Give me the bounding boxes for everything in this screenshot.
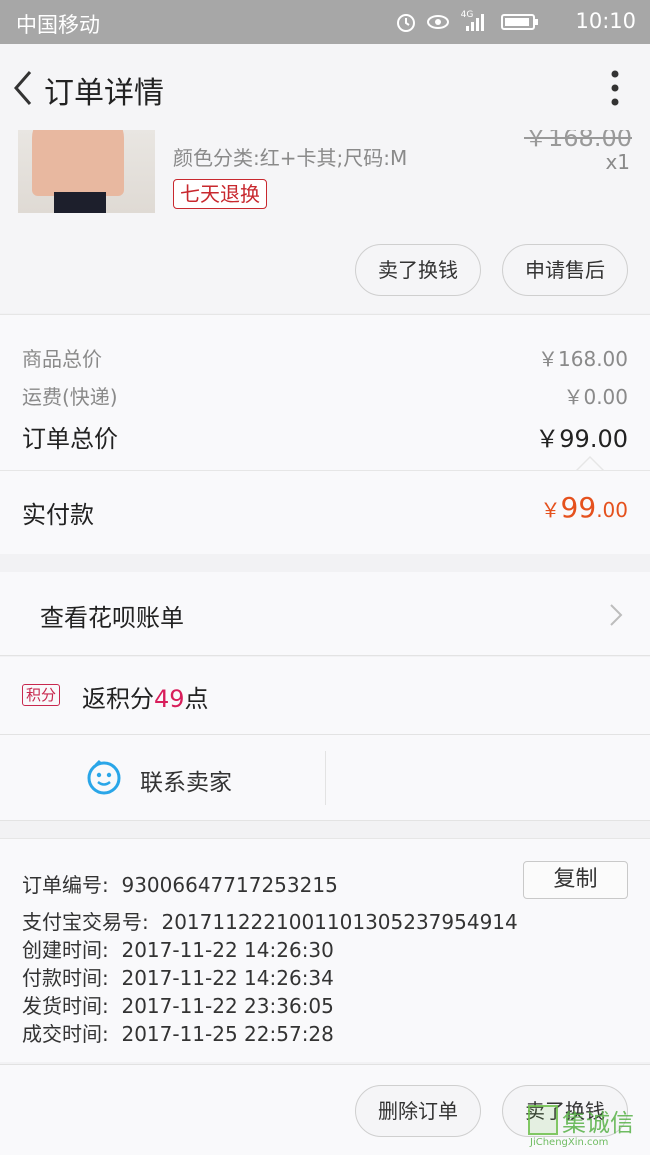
product-thumbnail[interactable]	[18, 130, 155, 213]
shipping-label: 运费(快递)	[22, 385, 118, 409]
contact-seller-label: 联系卖家	[140, 770, 232, 796]
amount-paid-row: 实付款 ￥99.00	[0, 470, 650, 554]
points-text: 返积分49点	[82, 685, 209, 713]
clock: 10:10	[575, 9, 636, 33]
chevron-left-icon[interactable]	[8, 66, 38, 110]
status-icons: 4G	[394, 10, 540, 34]
chevron-right-icon	[608, 602, 624, 628]
eye-icon	[426, 10, 450, 34]
order-info: 订单编号: 93006647717253215 复制 支付宝交易号: 20171…	[0, 838, 650, 1062]
order-number: 订单编号: 93006647717253215	[22, 873, 338, 897]
product-card: 颜色分类:红+卡其;尺码:M ￥168.00 x1 七天退换 卖了换钱 申请售后	[0, 130, 650, 313]
huabei-bill-row[interactable]: 查看花呗账单	[0, 572, 650, 656]
created-time: 创建时间: 2017-11-22 14:26:30	[22, 938, 334, 962]
status-bar: 中国移动 4G 10:10	[0, 0, 650, 44]
points-row: 积分 返积分49点	[0, 657, 650, 735]
nav-bar: 订单详情	[0, 44, 650, 130]
amount-paid-value: ￥99.00	[540, 491, 628, 524]
return-policy-tag: 七天退换	[173, 179, 267, 209]
shipping-time: 发货时间: 2017-11-22 23:36:05	[22, 994, 334, 1018]
after-sales-button[interactable]: 申请售后	[502, 244, 628, 296]
amount-paid-label: 实付款	[22, 501, 94, 529]
alarm-icon	[394, 10, 418, 34]
chat-face-icon	[86, 759, 122, 795]
order-total-label: 订单总价	[22, 425, 118, 453]
signal-icon: 4G	[458, 10, 492, 34]
huabei-bill-label: 查看花呗账单	[40, 604, 184, 632]
product-attributes: 颜色分类:红+卡其;尺码:M	[173, 146, 408, 170]
contact-seller-row[interactable]: 联系卖家	[0, 735, 650, 821]
carrier-name: 中国移动	[16, 13, 100, 37]
divider	[325, 751, 326, 805]
page-title: 订单详情	[44, 76, 164, 111]
alipay-trade-number: 支付宝交易号: 2017112221001101305237954914	[22, 910, 518, 934]
order-total-value: ￥99.00	[535, 425, 628, 453]
points-badge: 积分	[22, 684, 61, 706]
copy-button[interactable]: 复制	[523, 861, 628, 899]
sell-button[interactable]: 卖了换钱	[355, 244, 481, 296]
items-total-label: 商品总价	[22, 347, 102, 371]
watermark-logo: 集诚信 JiChengXin.com	[528, 1103, 646, 1151]
shipping-value: ￥0.00	[563, 385, 628, 409]
price-summary: 商品总价 ￥168.00 运费(快递) ￥0.00 订单总价 ￥99.00	[0, 314, 650, 470]
more-vertical-icon[interactable]	[608, 68, 622, 108]
battery-icon	[500, 10, 540, 34]
network-type: 4G	[460, 10, 474, 20]
product-quantity: x1	[605, 150, 630, 174]
items-total-value: ￥168.00	[538, 347, 628, 371]
payment-time: 付款时间: 2017-11-22 14:26:34	[22, 966, 334, 990]
completion-time: 成交时间: 2017-11-25 22:57:28	[22, 1022, 334, 1046]
delete-order-button[interactable]: 删除订单	[355, 1085, 481, 1137]
